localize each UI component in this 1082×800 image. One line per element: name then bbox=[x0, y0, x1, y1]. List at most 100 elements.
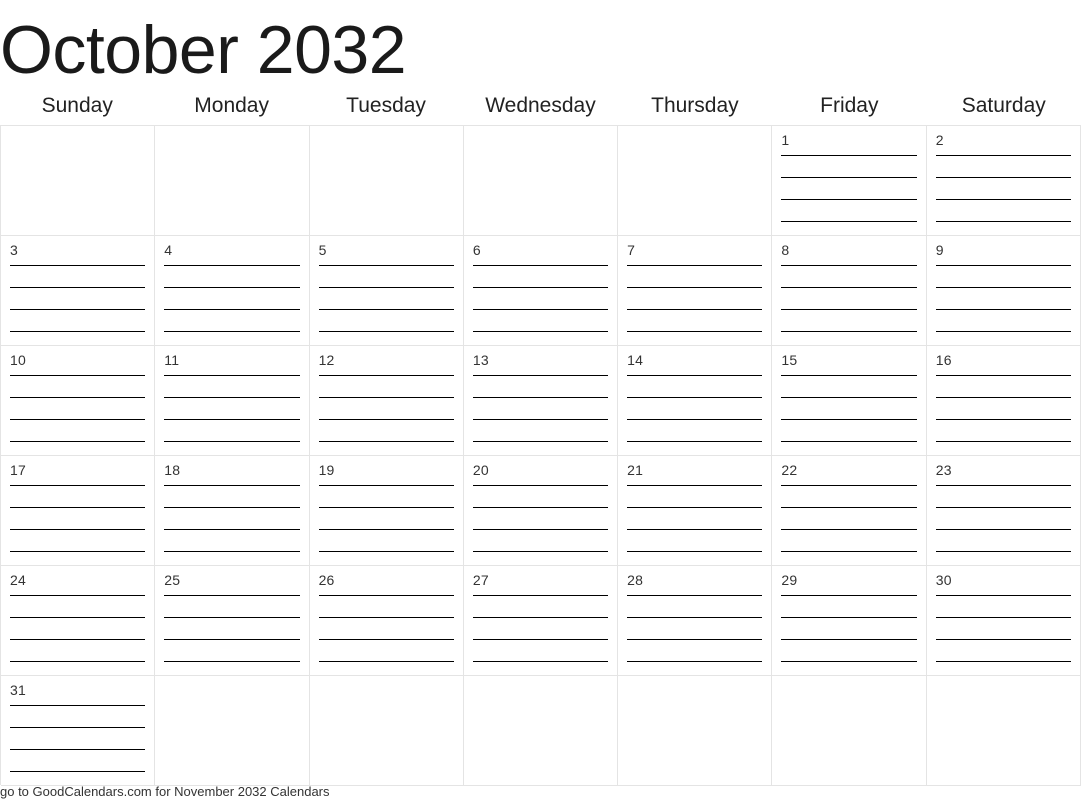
note-line[interactable] bbox=[781, 375, 917, 376]
note-line[interactable] bbox=[781, 397, 917, 398]
note-line[interactable] bbox=[164, 529, 300, 530]
note-line[interactable] bbox=[472, 595, 609, 596]
day-cell-5[interactable]: 5 bbox=[309, 236, 464, 346]
note-line[interactable] bbox=[472, 375, 609, 376]
note-line[interactable] bbox=[318, 529, 454, 530]
day-cell-8[interactable]: 8 bbox=[772, 236, 927, 346]
note-line[interactable] bbox=[627, 595, 763, 596]
note-line[interactable] bbox=[164, 661, 300, 662]
note-line[interactable] bbox=[781, 551, 917, 552]
day-cell-26[interactable]: 26 bbox=[309, 566, 464, 676]
note-line[interactable] bbox=[935, 529, 1071, 530]
note-line[interactable] bbox=[781, 309, 917, 310]
note-line[interactable] bbox=[935, 397, 1071, 398]
note-line[interactable] bbox=[781, 287, 917, 288]
note-line[interactable] bbox=[627, 485, 763, 486]
note-line[interactable] bbox=[10, 749, 146, 750]
note-line[interactable] bbox=[164, 441, 300, 442]
note-line[interactable] bbox=[472, 265, 609, 266]
note-line[interactable] bbox=[164, 507, 300, 508]
note-line[interactable] bbox=[164, 595, 300, 596]
note-line[interactable] bbox=[318, 397, 454, 398]
note-line[interactable] bbox=[10, 595, 146, 596]
note-line[interactable] bbox=[781, 265, 917, 266]
day-cell-15[interactable]: 15 bbox=[772, 346, 927, 456]
day-cell-7[interactable]: 7 bbox=[618, 236, 773, 346]
day-cell-27[interactable]: 27 bbox=[463, 566, 619, 676]
note-line[interactable] bbox=[472, 507, 609, 508]
day-cell-13[interactable]: 13 bbox=[463, 346, 619, 456]
note-line[interactable] bbox=[627, 375, 763, 376]
note-line[interactable] bbox=[318, 595, 454, 596]
note-line[interactable] bbox=[472, 331, 609, 332]
note-line[interactable] bbox=[472, 661, 609, 662]
note-line[interactable] bbox=[935, 331, 1071, 332]
day-cell-12[interactable]: 12 bbox=[309, 346, 464, 456]
day-cell-30[interactable]: 30 bbox=[926, 566, 1081, 676]
note-line[interactable] bbox=[472, 397, 609, 398]
day-cell-23[interactable]: 23 bbox=[926, 456, 1081, 566]
note-line[interactable] bbox=[10, 529, 146, 530]
note-line[interactable] bbox=[164, 265, 300, 266]
note-line[interactable] bbox=[781, 639, 917, 640]
note-line[interactable] bbox=[627, 309, 763, 310]
day-cell-4[interactable]: 4 bbox=[155, 236, 310, 346]
note-line[interactable] bbox=[10, 639, 146, 640]
note-line[interactable] bbox=[10, 661, 146, 662]
day-cell-11[interactable]: 11 bbox=[155, 346, 310, 456]
note-line[interactable] bbox=[10, 705, 146, 706]
day-cell-2[interactable]: 2 bbox=[926, 126, 1081, 236]
note-line[interactable] bbox=[164, 551, 300, 552]
note-line[interactable] bbox=[781, 617, 917, 618]
note-line[interactable] bbox=[10, 419, 146, 420]
day-cell-16[interactable]: 16 bbox=[926, 346, 1081, 456]
note-line[interactable] bbox=[318, 441, 454, 442]
note-line[interactable] bbox=[164, 419, 300, 420]
note-line[interactable] bbox=[781, 419, 917, 420]
note-line[interactable] bbox=[10, 375, 146, 376]
note-line[interactable] bbox=[10, 485, 146, 486]
note-line[interactable] bbox=[10, 397, 146, 398]
note-line[interactable] bbox=[318, 375, 454, 376]
note-line[interactable] bbox=[627, 551, 763, 552]
note-line[interactable] bbox=[164, 485, 300, 486]
note-line[interactable] bbox=[935, 287, 1071, 288]
note-line[interactable] bbox=[318, 265, 454, 266]
day-cell-6[interactable]: 6 bbox=[463, 236, 619, 346]
note-line[interactable] bbox=[935, 221, 1071, 222]
note-line[interactable] bbox=[935, 617, 1071, 618]
note-line[interactable] bbox=[318, 309, 454, 310]
note-line[interactable] bbox=[935, 639, 1071, 640]
note-line[interactable] bbox=[781, 507, 917, 508]
note-line[interactable] bbox=[472, 529, 609, 530]
note-line[interactable] bbox=[318, 419, 454, 420]
note-line[interactable] bbox=[164, 375, 300, 376]
note-line[interactable] bbox=[10, 617, 146, 618]
note-line[interactable] bbox=[627, 397, 763, 398]
note-line[interactable] bbox=[10, 727, 146, 728]
note-line[interactable] bbox=[627, 507, 763, 508]
note-line[interactable] bbox=[472, 419, 609, 420]
note-line[interactable] bbox=[318, 331, 454, 332]
note-line[interactable] bbox=[472, 441, 609, 442]
note-line[interactable] bbox=[935, 507, 1071, 508]
day-cell-18[interactable]: 18 bbox=[155, 456, 310, 566]
note-line[interactable] bbox=[935, 661, 1071, 662]
note-line[interactable] bbox=[781, 177, 917, 178]
note-line[interactable] bbox=[935, 309, 1071, 310]
note-line[interactable] bbox=[935, 177, 1071, 178]
day-cell-25[interactable]: 25 bbox=[155, 566, 310, 676]
note-line[interactable] bbox=[781, 199, 917, 200]
note-line[interactable] bbox=[10, 507, 146, 508]
note-line[interactable] bbox=[627, 265, 763, 266]
note-line[interactable] bbox=[164, 617, 300, 618]
note-line[interactable] bbox=[627, 617, 763, 618]
note-line[interactable] bbox=[10, 309, 146, 310]
note-line[interactable] bbox=[781, 221, 917, 222]
note-line[interactable] bbox=[935, 485, 1071, 486]
note-line[interactable] bbox=[935, 441, 1071, 442]
note-line[interactable] bbox=[164, 639, 300, 640]
note-line[interactable] bbox=[627, 331, 763, 332]
day-cell-1[interactable]: 1 bbox=[772, 126, 927, 236]
note-line[interactable] bbox=[318, 639, 454, 640]
